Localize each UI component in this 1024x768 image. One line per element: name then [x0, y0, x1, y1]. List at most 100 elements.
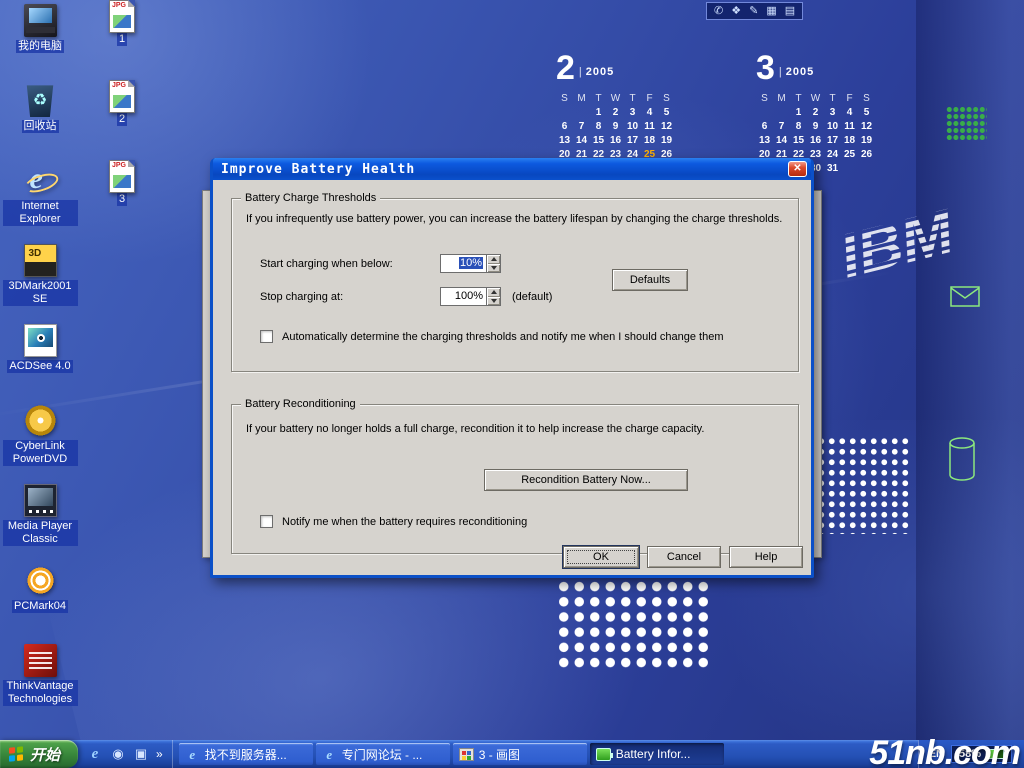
spinner-down-icon[interactable] — [487, 297, 500, 306]
pcmark-icon — [24, 564, 57, 597]
desktop-icon-recycle-bin[interactable]: 回收站 — [2, 84, 78, 152]
calendar-day-header: M — [773, 94, 790, 104]
calendar-month: 3 — [756, 52, 775, 84]
desktop-icon-my-computer[interactable]: 我的电脑 — [2, 4, 78, 72]
wallpaper-calendar: 2 | 2005 SMTWTFS123456789101112131415161… — [556, 52, 675, 174]
group-label: Battery Charge Thresholds — [241, 192, 380, 205]
calendar-day: 6 — [756, 122, 773, 132]
calendar-header: 3 | 2005 — [756, 52, 875, 84]
start-threshold-spinner[interactable]: 10% — [440, 254, 501, 273]
calendar-day: 9 — [607, 122, 624, 132]
taskbar-task[interactable]: e专门网论坛 - ... — [316, 743, 450, 765]
desktop-icon-powerdvd[interactable]: CyberLink PowerDVD — [2, 404, 78, 472]
calendar-day: 3 — [624, 108, 641, 118]
page-icon[interactable]: ▤ — [785, 3, 795, 19]
dialog-titlebar[interactable]: Improve Battery Health ✕ — [213, 158, 811, 180]
jpg-icons: JPG1 JPG2 JPG3 — [84, 0, 160, 228]
calendar-day: 13 — [756, 136, 773, 146]
stop-threshold-field[interactable]: 100% — [440, 287, 486, 306]
calendar-day: 16 — [807, 136, 824, 146]
top-toolbar: ✆ ❖ ✎ ▦ ▤ — [706, 2, 803, 20]
calendar-day-header: S — [858, 94, 875, 104]
taskbar-tasks: e找不到服务器...e专门网论坛 - ...3 - 画图Battery Info… — [173, 740, 918, 768]
notify-reconditioning-checkbox[interactable] — [260, 515, 273, 528]
calendar-day — [841, 164, 858, 174]
keyboard-icon[interactable]: ▦ — [766, 3, 776, 19]
spinner-down-icon[interactable] — [487, 264, 500, 273]
desktop-icon-pcmark[interactable]: PCMark04 — [2, 564, 78, 632]
auto-determine-checkbox-label[interactable]: Automatically determine the charging thr… — [282, 331, 723, 343]
calendar-day: 13 — [556, 136, 573, 146]
taskbar-task[interactable]: e找不到服务器... — [179, 743, 313, 765]
improve-battery-health-dialog: Improve Battery Health ✕ Battery Charge … — [210, 158, 814, 578]
start-button-label: 开始 — [30, 744, 60, 765]
desktop-icon-acdsee[interactable]: ACDSee 4.0 — [2, 324, 78, 392]
acdsee-icon — [24, 324, 57, 357]
ie-quicklaunch-icon[interactable]: e — [87, 746, 103, 762]
desktop-icon-jpg-1[interactable]: JPG1 — [84, 0, 160, 68]
wallpaper-green-grid-icon — [946, 106, 987, 141]
defaults-button[interactable]: Defaults — [612, 269, 688, 291]
recycle-bin-icon — [24, 84, 57, 117]
notify-reconditioning-checkbox-label[interactable]: Notify me when the battery requires reco… — [282, 516, 527, 528]
calendar-day: 1 — [590, 108, 607, 118]
desktop-icon-label: 3 — [117, 193, 127, 206]
desktop-icon-3dmark[interactable]: 3DMark2001 SE — [2, 244, 78, 312]
tray-battery-indicator[interactable]: 58% — [951, 745, 1012, 763]
show-desktop-icon[interactable]: ▣ — [133, 746, 149, 762]
taskbar-task[interactable]: Battery Infor... — [590, 743, 724, 765]
wallpaper-band — [916, 0, 1024, 768]
desktop-icons: 我的电脑回收站 Internet Explorer 3DMark2001 SE ACD… — [2, 4, 78, 712]
task-label: 专门网论坛 - ... — [342, 746, 423, 763]
3dmark-icon — [24, 244, 57, 277]
calendar-day — [858, 164, 875, 174]
ok-button[interactable]: OK — [563, 546, 639, 568]
wallpaper-halftone-dots-small — [816, 436, 910, 534]
spinner-up-icon[interactable] — [487, 255, 500, 264]
calendar-day: 19 — [858, 136, 875, 146]
auto-determine-checkbox[interactable] — [260, 330, 273, 343]
calendar-day: 17 — [624, 136, 641, 146]
calendar-day: 5 — [858, 108, 875, 118]
recondition-battery-button[interactable]: Recondition Battery Now... — [484, 469, 688, 491]
calendar-day — [756, 108, 773, 118]
desktop-icon-label: Internet Explorer — [3, 200, 78, 226]
calendar-day-header: T — [624, 94, 641, 104]
calendar-day-header: T — [590, 94, 607, 104]
language-indicator[interactable]: EN — [929, 748, 944, 760]
calendar-day — [573, 108, 590, 118]
calendar-day: 19 — [658, 136, 675, 146]
wallpaper-envelope-icon — [950, 286, 980, 308]
media-quicklaunch-icon[interactable]: ◉ — [110, 746, 126, 762]
battery-reconditioning-group: Battery Reconditioning If your battery n… — [231, 404, 799, 554]
help-button[interactable]: Help — [729, 546, 803, 568]
quick-launch-overflow-icon[interactable]: » — [156, 747, 163, 761]
calendar-divider: | — [779, 66, 782, 78]
desktop-icon-label: ThinkVantage Technologies — [3, 680, 78, 706]
thinkvantage-icon — [24, 644, 57, 677]
stop-threshold-spinner[interactable]: 100% — [440, 287, 501, 306]
taskbar-task[interactable]: 3 - 画图 — [453, 743, 587, 765]
calendar-day-header: T — [790, 94, 807, 104]
desktop-icon-label: Media Player Classic — [3, 520, 78, 546]
pen-icon[interactable]: ✎ — [749, 3, 758, 19]
phone-icon[interactable]: ✆ — [714, 3, 723, 19]
system-tray: EN 58% — [918, 740, 1024, 768]
close-button[interactable]: ✕ — [788, 161, 807, 177]
my-computer-icon — [24, 4, 57, 37]
spinner-up-icon[interactable] — [487, 288, 500, 297]
desktop-icon-label: PCMark04 — [12, 600, 68, 613]
desktop-icon-jpg-2[interactable]: JPG2 — [84, 80, 160, 148]
reconditioning-description: If your battery no longer holds a full c… — [246, 423, 704, 435]
desktop-icon-thinkvantage[interactable]: ThinkVantage Technologies — [2, 644, 78, 712]
desktop-icon-internet-explorer[interactable]: Internet Explorer — [2, 164, 78, 232]
desktop-icon-mpc[interactable]: Media Player Classic — [2, 484, 78, 552]
calendar-day: 2 — [807, 108, 824, 118]
trackpoint-icon[interactable]: ❖ — [731, 3, 741, 19]
desktop-icon-jpg-3[interactable]: JPG3 — [84, 160, 160, 228]
cancel-button[interactable]: Cancel — [647, 546, 721, 568]
spinner-buttons — [486, 287, 501, 306]
start-button[interactable]: 开始 — [0, 740, 78, 768]
start-threshold-field[interactable]: 10% — [440, 254, 486, 273]
stop-threshold-value: 100% — [455, 290, 483, 302]
